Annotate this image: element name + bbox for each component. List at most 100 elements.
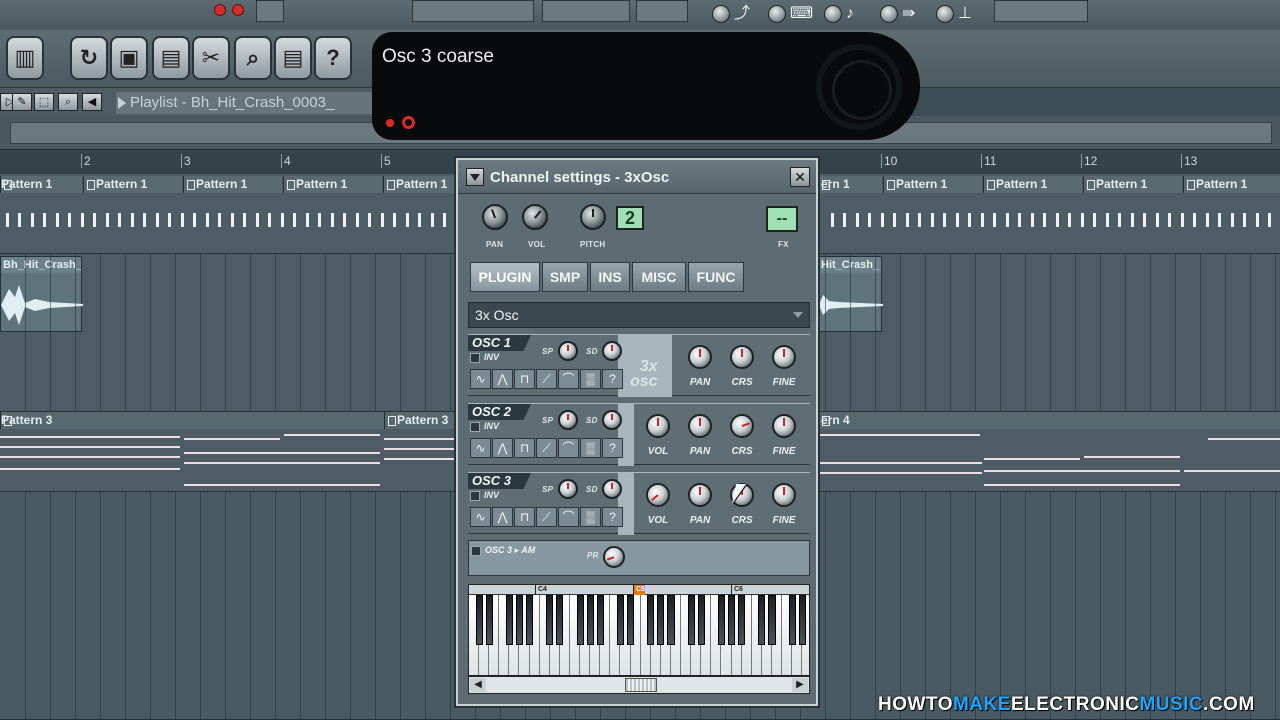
piano-black-key[interactable] [788,595,796,645]
pattern-clip[interactable]: Pattern 1 [1083,176,1182,193]
pitch-knob[interactable] [580,204,606,230]
channel-settings-titlebar[interactable]: Channel settings - 3xOsc ✕ [458,160,816,194]
playlist-title[interactable]: Playlist - Bh_Hit_Crash_0003_ [116,92,380,114]
keyboard-scrollbar[interactable]: ◀ ▶ [468,676,810,694]
osc3-wave-square[interactable]: ⊓ [514,507,535,527]
osc2-coarse-knob[interactable] [730,414,754,438]
piano-black-key[interactable] [515,595,524,645]
osc3-invert-checkbox[interactable] [470,491,480,501]
search-button[interactable]: ⌕ [234,36,272,80]
phase-rand-knob[interactable] [603,546,625,568]
tab-misc[interactable]: MISC [632,262,686,292]
pattern-clip[interactable]: Pattern 1 [0,176,82,193]
osc3-am-checkbox[interactable] [471,546,481,556]
cut-button[interactable]: ✂ [192,36,230,80]
note-icon[interactable]: ♪ [846,4,854,24]
osc1-stereo-phase-knob[interactable] [558,341,578,361]
piano-black-key[interactable] [798,595,806,645]
osc1-wave-triangle[interactable]: ⋀ [492,369,513,389]
osc1-wave-noise[interactable]: ▒ [580,369,601,389]
pattern-clip[interactable]: Pattern 1 [983,176,1082,193]
piano-black-key[interactable] [697,595,705,645]
osc1-wave-custom[interactable]: ? [602,369,623,389]
piano-black-key[interactable] [647,595,655,645]
osc2-stereo-phase-knob[interactable] [558,410,578,430]
notes-button[interactable]: ▤ [274,36,312,80]
wait-icon[interactable]: ⌨ [790,4,813,24]
undo-button[interactable]: ↻ [70,36,108,80]
zoom-tool-icon[interactable]: ⌕ [58,93,78,111]
pattern-clip[interactable]: ern 4 [818,412,1280,429]
tempo-lcd[interactable] [412,0,534,22]
osc2-wave-square[interactable]: ⊓ [514,438,535,458]
blend-icon[interactable]: ⊥ [958,4,972,24]
osc3-volume-knob[interactable] [646,483,670,507]
osc1-wave-rounded[interactable]: ⌒ [558,369,579,389]
osc3-wave-rounded[interactable]: ⌒ [558,507,579,527]
transport-knob-2[interactable] [768,5,786,23]
osc2-wave-saw[interactable]: ⟋ [536,438,557,458]
osc2-wave-custom[interactable]: ? [602,438,623,458]
osc3-wave-triangle[interactable]: ⋀ [492,507,513,527]
osc2-volume-knob[interactable] [646,414,670,438]
pattern-clip[interactable]: Pattern 1 [283,176,382,193]
osc1-invert-checkbox[interactable] [470,353,480,363]
piano-black-key[interactable] [485,595,493,645]
osc3-stereo-phase-knob[interactable] [558,479,578,499]
metronome-icon[interactable]: ⤴ [734,4,750,24]
tab-func[interactable]: FUNC [688,262,744,292]
key-marker-c5[interactable]: C5 [633,585,645,595]
osc3-stereo-detune-knob[interactable] [602,479,622,499]
tab-plugin[interactable]: PLUGIN [470,262,540,292]
pattern-clip[interactable]: ern 1 [818,176,882,193]
transport-knob-1[interactable] [712,5,730,23]
piano-black-key[interactable] [526,595,534,645]
select-tool-icon[interactable]: ⬚ [34,93,54,111]
osc2-stereo-detune-knob[interactable] [602,410,622,430]
speaker-icon[interactable]: ◀ [82,93,102,111]
scroll-right-icon[interactable]: ▶ [792,678,808,692]
piano-black-key[interactable] [616,595,625,645]
keyboard-scroll-thumb[interactable] [625,678,657,692]
osc1-wave-square[interactable]: ⊓ [514,369,535,389]
pitch-range-display[interactable]: 2 [616,206,644,230]
piano-black-key[interactable] [687,595,695,645]
piano-black-key[interactable] [505,595,513,645]
osc2-invert-checkbox[interactable] [470,422,480,432]
osc3-fine-knob[interactable] [772,483,796,507]
pattern-clip[interactable]: Pattern 1 [83,176,182,193]
piano-black-key[interactable] [768,595,776,645]
record-indicator-icon[interactable] [214,4,226,16]
osc2-wave-noise[interactable]: ▒ [580,438,601,458]
pattern-clip[interactable]: Pattern 1 [883,176,982,193]
pattern-clip[interactable]: Pattern 3 [384,412,458,429]
save-button[interactable]: ▤ [152,36,190,80]
pat-lcd[interactable] [636,0,688,22]
osc2-wave-rounded[interactable]: ⌒ [558,438,579,458]
piano-black-key[interactable] [576,595,584,645]
piano-black-key[interactable] [627,595,635,645]
piano-black-key[interactable] [758,595,766,645]
transport-knob-4[interactable] [880,5,898,23]
pattern-lcd[interactable] [256,0,284,22]
volume-knob[interactable] [522,204,548,230]
pattern-clip[interactable]: Pattern 1 [183,176,282,193]
osc2-wave-sine[interactable]: ∿ [470,438,491,458]
osc3-pan-knob[interactable] [688,483,712,507]
tab-smp[interactable]: SMP [542,262,588,292]
help-button[interactable]: ? [314,36,352,80]
pan-knob[interactable] [482,204,508,230]
snap-lcd[interactable] [994,0,1088,22]
piano-black-key[interactable] [475,595,483,645]
step-icon[interactable]: ⇛ [902,4,915,24]
transport-knob-5[interactable] [936,5,954,23]
paint-tool-icon[interactable]: ✎ [12,93,32,111]
piano-black-key[interactable] [728,595,736,645]
piano-black-key[interactable] [596,595,604,645]
piano-black-key[interactable] [546,595,554,645]
piano-keyboard[interactable]: C4 C5 C6 [468,584,810,676]
osc1-wave-sine[interactable]: ∿ [470,369,491,389]
window-menu-button[interactable] [466,168,484,186]
osc3-wave-custom[interactable]: ? [602,507,623,527]
audio-clip[interactable]: Bh_Hit_Crash_ [0,256,83,332]
